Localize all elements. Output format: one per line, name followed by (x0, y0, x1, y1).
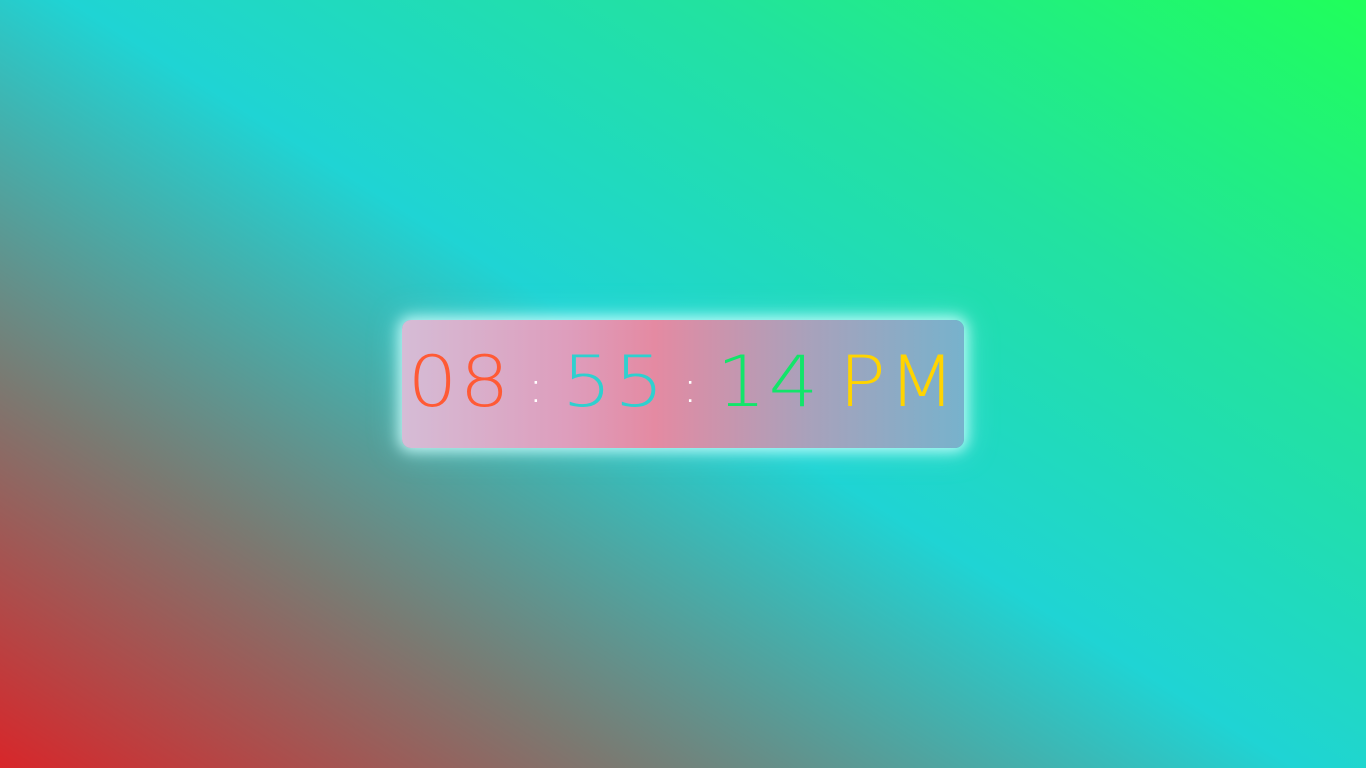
clock-hours: 08 (407, 341, 513, 423)
clock-separator: : (682, 362, 701, 413)
clock-meridiem: PM (838, 341, 959, 423)
clock-separator: : (527, 362, 547, 413)
clock-panel: 08 : 55 : 14 PM (402, 320, 964, 448)
clock-seconds: 14 (716, 341, 821, 423)
time-display: 08 : 55 : 14 PM (408, 347, 958, 417)
clock-minutes: 55 (562, 341, 667, 423)
